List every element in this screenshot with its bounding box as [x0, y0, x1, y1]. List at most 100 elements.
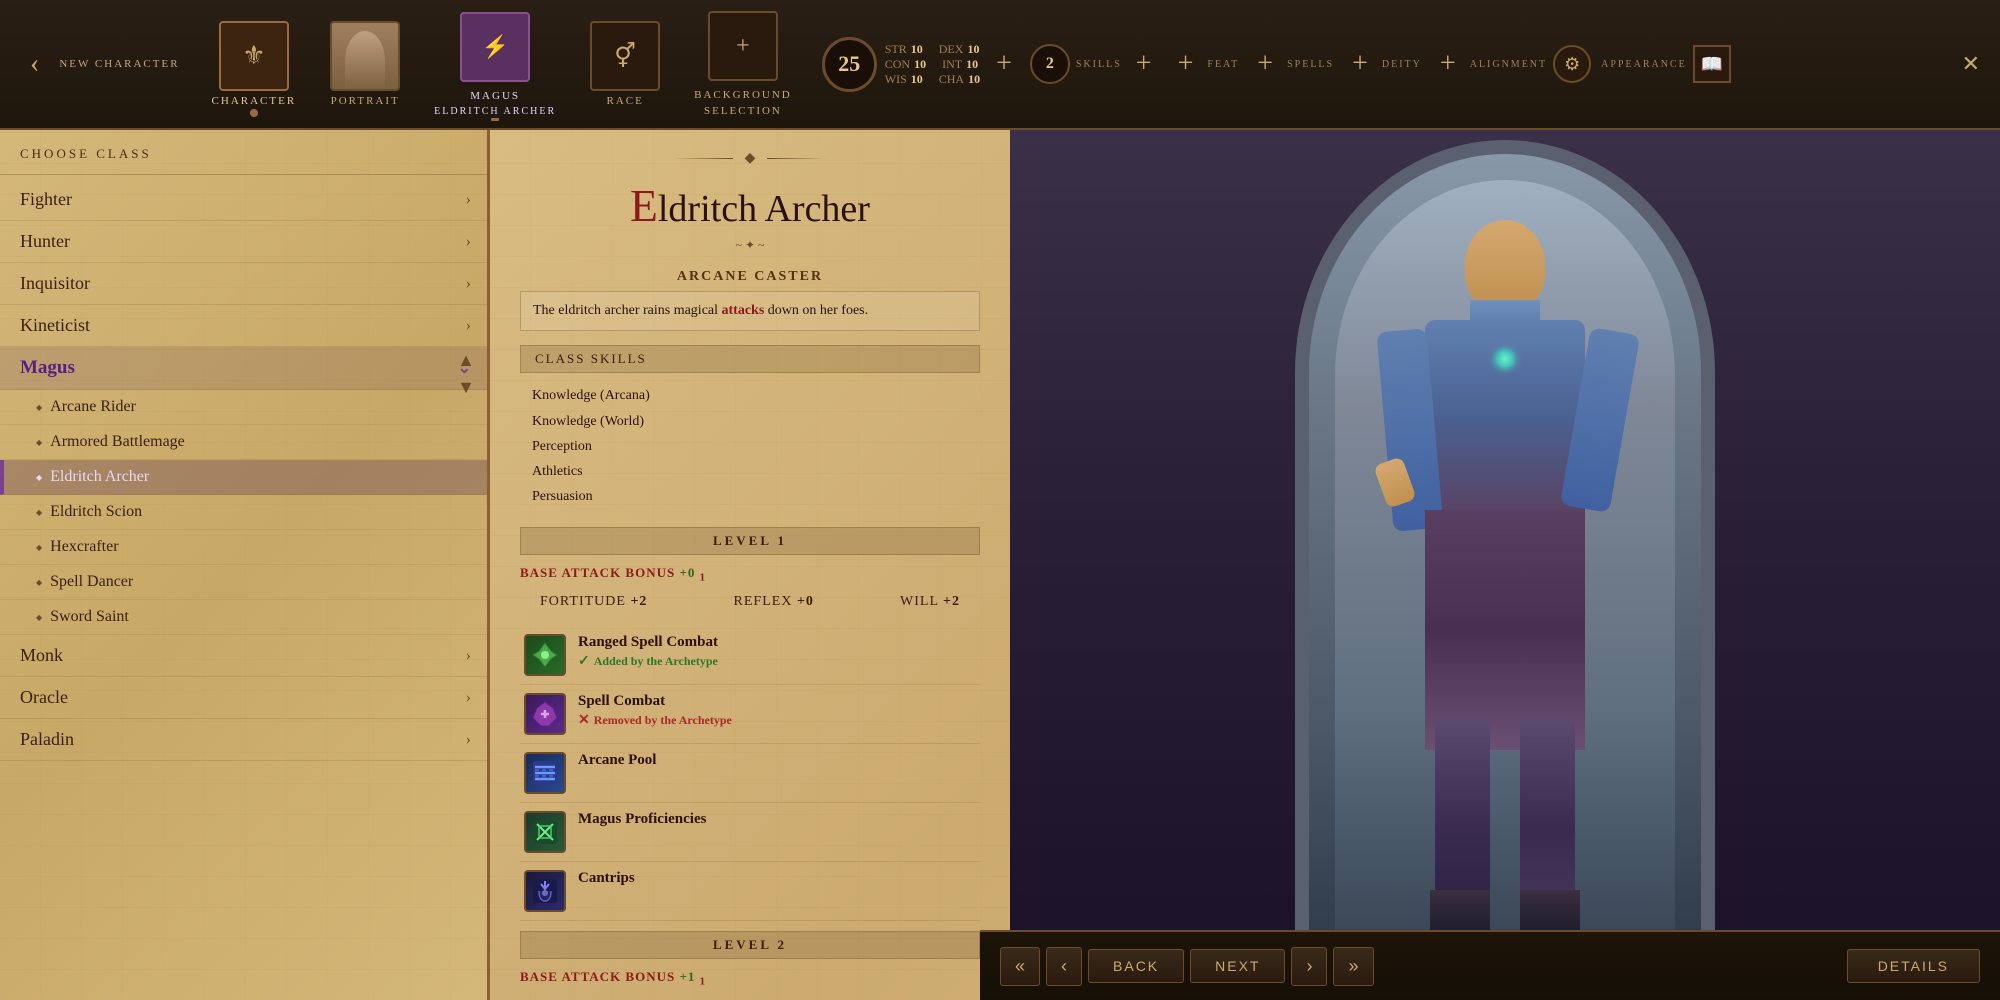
feature-magus-proficiencies[interactable]: Magus Proficiencies	[520, 803, 980, 862]
spell-combat-tag: ✕ Removed by the Archetype	[578, 712, 976, 729]
level2-base-attack: Base Attack Bonus +1 1	[520, 965, 980, 992]
oracle-arrow: ›	[466, 689, 471, 707]
character-body	[1365, 220, 1645, 940]
active-tab-indicator	[250, 109, 258, 117]
skills-nav-plus[interactable]: +	[1128, 48, 1160, 80]
appearance-icon: 📖	[1693, 45, 1731, 83]
subclass-armored-battlemage[interactable]: Armored Battlemage	[0, 425, 487, 460]
class-item-hunter[interactable]: Hunter ›	[0, 221, 487, 263]
close-button[interactable]: ✕	[1962, 51, 1980, 77]
bottom-nav-left: « ‹ Back Next › »	[1000, 947, 1374, 986]
race-tab-icon: ⚥	[590, 21, 660, 91]
class-item-oracle[interactable]: Oracle ›	[0, 677, 487, 719]
class-skills-header: Class Skills	[520, 345, 980, 373]
feature-arcane-pool[interactable]: Arcane Pool	[520, 744, 980, 803]
next-page-button[interactable]: ›	[1291, 947, 1327, 986]
skill-item-perception: Perception	[532, 434, 968, 459]
class-item-inquisitor[interactable]: Inquisitor ›	[0, 263, 487, 305]
level1-base-attack: Base Attack Bonus +0 1	[520, 561, 980, 588]
magus-proficiencies-icon	[524, 811, 566, 853]
spell-combat-icon	[524, 693, 566, 735]
class-tab-label-1: Magus	[470, 90, 520, 102]
cantrips-icon	[524, 870, 566, 912]
fortitude-save: Fortitude +2	[540, 594, 647, 610]
alignment-nav-plus[interactable]: +	[1432, 48, 1464, 80]
feature-cantrips[interactable]: Cantrips	[520, 862, 980, 921]
subclass-hexcrafter[interactable]: Hexcrafter	[0, 530, 487, 565]
prev-page-button[interactable]: ‹	[1046, 947, 1082, 986]
tab-character[interactable]: ⚜ Character	[200, 13, 309, 115]
level2-header: Level 2	[520, 931, 980, 959]
last-page-button[interactable]: »	[1333, 947, 1373, 986]
subclass-eldritch-scion[interactable]: Eldritch Scion	[0, 495, 487, 530]
monk-arrow: ›	[466, 647, 471, 665]
class-item-paladin[interactable]: Paladin ›	[0, 719, 487, 761]
class-list: Fighter › Hunter › Inquisitor › Kinetici…	[0, 175, 487, 765]
level1-saves: Fortitude +2 Reflex +0 Will +2	[520, 588, 980, 616]
class-item-monk[interactable]: Monk ›	[0, 635, 487, 677]
spells-nav-plus[interactable]: +	[1249, 48, 1281, 80]
subclass-spell-dancer[interactable]: Spell Dancer	[0, 565, 487, 600]
scroll-up-arrow[interactable]: ▲	[457, 350, 475, 371]
title-line-right	[767, 158, 827, 159]
spells-nav-section: + Spells	[1249, 48, 1334, 80]
deity-nav-plus[interactable]: +	[1344, 48, 1376, 80]
back-button[interactable]: Back	[1088, 949, 1184, 983]
class-details-scroll[interactable]: ◆ Eldritch Archer ~ ✦ ~ Arcane Caster Th…	[490, 130, 1010, 1000]
scroll-down-arrow[interactable]: ▼	[457, 377, 475, 398]
class-item-fighter[interactable]: Fighter ›	[0, 179, 487, 221]
char-chest-gem	[1496, 350, 1514, 368]
tab-class[interactable]: ⚡ Magus Eldritch Archer	[422, 4, 568, 125]
ability-scores-plus[interactable]: +	[988, 48, 1020, 80]
tab-race[interactable]: ⚥ Race	[578, 13, 672, 115]
title-drop-cap: E	[630, 180, 658, 231]
level1-header: Level 1	[520, 527, 980, 555]
tab-portrait[interactable]: Portrait	[318, 13, 412, 115]
class-description: The eldritch archer rains magical attack…	[520, 291, 980, 331]
subclass-eldritch-archer[interactable]: Eldritch Archer	[0, 460, 487, 495]
character-tab-icon: ⚜	[219, 21, 289, 91]
new-character-tab[interactable]: New Character	[59, 58, 179, 70]
points-pool-circle: 25	[822, 37, 877, 92]
char-lower	[1425, 510, 1585, 750]
class-item-magus[interactable]: Magus ⌄	[0, 347, 487, 390]
portrait-thumbnail	[332, 21, 398, 91]
character-tab-label: Character	[212, 95, 297, 107]
portrait-tab-label: Portrait	[331, 95, 400, 107]
race-tab-label: Race	[606, 95, 643, 107]
next-button[interactable]: Next	[1190, 949, 1285, 983]
feature-ranged-spell-combat[interactable]: Ranged Spell Combat ✓ Added by the Arche…	[520, 626, 980, 685]
character-portrait-section	[1010, 130, 2000, 1000]
list-scrollbar: ▲ ▼	[457, 350, 475, 398]
skill-item-arcana: Knowledge (Arcana)	[532, 383, 968, 408]
portrait-tab-icon	[330, 21, 400, 91]
char-head	[1465, 220, 1545, 310]
bg-label-2: Selection	[704, 105, 782, 117]
first-page-button[interactable]: «	[1000, 947, 1040, 986]
feat-nav-plus[interactable]: +	[1170, 48, 1202, 80]
subtitle-decoration: ~ ✦ ~	[520, 238, 980, 253]
bg-label-1: Background	[694, 89, 792, 101]
details-button[interactable]: Details	[1847, 949, 1980, 983]
reflex-save: Reflex +0	[734, 594, 814, 610]
character-figure	[1335, 190, 1675, 940]
class-item-kineticist[interactable]: Kineticist ›	[0, 305, 487, 347]
feature-spell-combat[interactable]: Spell Combat ✕ Removed by the Archetype	[520, 685, 980, 744]
skills-count: 2	[1030, 44, 1070, 84]
nav-prev-arrow[interactable]: ‹	[20, 38, 49, 90]
bottom-navigation-bar: « ‹ Back Next › » Details	[980, 930, 2000, 1000]
tab-background[interactable]: + Background Selection	[682, 3, 804, 125]
archetype-type-label: Arcane Caster	[520, 269, 980, 285]
title-decoration: ◆	[520, 150, 980, 167]
title-line-left	[673, 158, 733, 159]
subclass-arcane-rider[interactable]: Arcane Rider	[0, 390, 487, 425]
arcane-pool-icon	[524, 752, 566, 794]
inquisitor-arrow: ›	[466, 275, 471, 293]
subclass-sword-saint[interactable]: Sword Saint	[0, 600, 487, 635]
cantrips-info: Cantrips	[578, 870, 976, 887]
alignment-nav-section: + Alignment ⚙	[1432, 45, 1591, 83]
spell-combat-info: Spell Combat ✕ Removed by the Archetype	[578, 693, 976, 729]
skills-nav-section: 2 Skills +	[1030, 44, 1160, 84]
deity-nav-section: + Deity	[1344, 48, 1422, 80]
paladin-arrow: ›	[466, 731, 471, 749]
